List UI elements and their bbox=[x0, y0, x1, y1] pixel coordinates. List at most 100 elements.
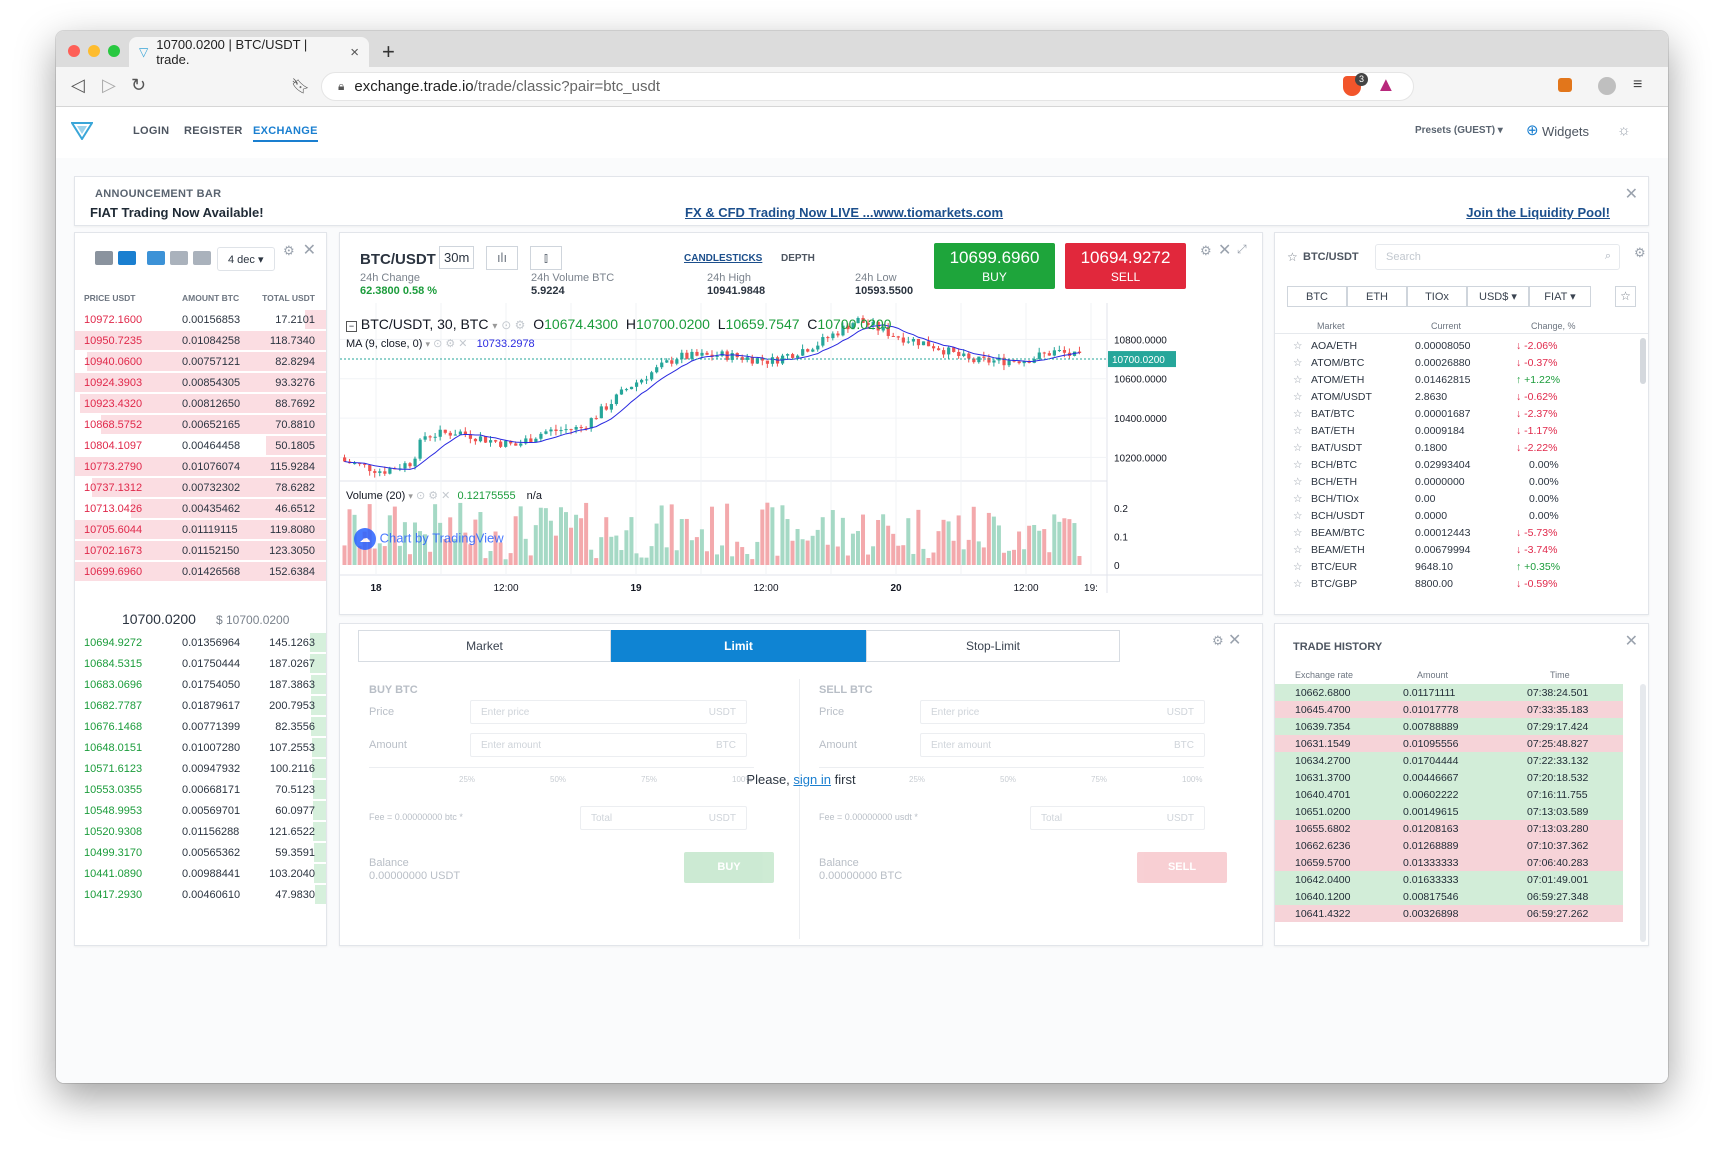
bid-row[interactable]: 10694.9272 0.01356964 145.1263 bbox=[75, 632, 326, 653]
market-row[interactable]: ☆ AOA/ETH 0.00008050 ↓ -2.06% bbox=[1275, 337, 1648, 354]
star-icon[interactable]: ☆ bbox=[1293, 442, 1302, 454]
ask-row[interactable]: 10773.2790 0.01076074 115.9284 bbox=[75, 456, 326, 477]
order-tab-market[interactable]: Market bbox=[358, 630, 611, 662]
quick-sell-button[interactable]: 10694.9272 SELL bbox=[1065, 243, 1186, 289]
browser-tab[interactable]: ▽ 10700.0200 | BTC/USDT | trade. × bbox=[129, 37, 369, 67]
market-row[interactable]: ☆ ATOM/BTC 0.00026880 ↓ -0.37% bbox=[1275, 354, 1648, 371]
ask-row[interactable]: 10737.1312 0.00732302 78.6282 bbox=[75, 477, 326, 498]
buy-percent-slider[interactable] bbox=[369, 767, 754, 768]
star-icon[interactable]: ☆ bbox=[1293, 510, 1302, 522]
interval-selector[interactable]: 30m bbox=[439, 246, 475, 269]
market-row[interactable]: ☆ BCH/USDT 0.0000 0.00% bbox=[1275, 507, 1648, 524]
bid-row[interactable]: 10676.1468 0.00771399 82.3556 bbox=[75, 716, 326, 737]
sell-total-input[interactable]: Total USDT bbox=[1030, 806, 1205, 830]
star-icon[interactable]: ☆ bbox=[1293, 425, 1302, 437]
bid-row[interactable]: 10417.2930 0.00460610 47.9830 bbox=[75, 884, 326, 905]
market-row[interactable]: ☆ BCH/TIOx 0.00 0.00% bbox=[1275, 490, 1648, 507]
star-icon[interactable]: ☆ bbox=[1293, 391, 1302, 403]
maximize-window-button[interactable] bbox=[108, 45, 120, 57]
star-icon[interactable]: ☆ bbox=[1293, 527, 1302, 539]
reload-icon[interactable]: ↻ bbox=[131, 75, 146, 96]
star-icon[interactable]: ☆ bbox=[1293, 374, 1302, 386]
tradeio-logo-icon[interactable] bbox=[71, 122, 93, 140]
bid-row[interactable]: 10648.0151 0.01007280 107.2553 bbox=[75, 737, 326, 758]
star-icon[interactable]: ☆ bbox=[1293, 459, 1302, 471]
sell-amount-input[interactable]: Enter amount BTC bbox=[920, 733, 1205, 757]
buy-total-input[interactable]: Total USDT bbox=[580, 806, 747, 830]
nav-exchange-link[interactable]: EXCHANGE bbox=[253, 125, 318, 142]
favorite-star-icon[interactable]: ☆ bbox=[1287, 250, 1298, 264]
ask-row[interactable]: 10868.5752 0.00652165 70.8810 bbox=[75, 414, 326, 435]
orderbook-view-bids-icon[interactable] bbox=[147, 251, 165, 265]
buy-amount-input[interactable]: Enter amount BTC bbox=[470, 733, 747, 757]
change-header[interactable]: Change, % bbox=[1531, 321, 1576, 331]
announcement-link-liquidity[interactable]: Join the Liquidity Pool! bbox=[1466, 205, 1610, 220]
candle-type-icon[interactable]: ⫾ bbox=[530, 246, 562, 270]
widgets-add-icon[interactable]: ⊕ bbox=[1526, 121, 1539, 139]
nav-login-link[interactable]: LOGIN bbox=[133, 125, 169, 137]
order-tab-limit[interactable]: Limit bbox=[611, 630, 866, 662]
ask-row[interactable]: 10924.3903 0.00854305 93.3276 bbox=[75, 372, 326, 393]
orderbook-view-both-icon[interactable] bbox=[95, 251, 113, 265]
close-icon[interactable]: ✕ bbox=[303, 240, 316, 260]
close-tab-icon[interactable]: × bbox=[350, 44, 359, 61]
ask-row[interactable]: 10950.7235 0.01084258 118.7340 bbox=[75, 330, 326, 351]
market-row[interactable]: ☆ BEAM/ETH 0.00679994 ↓ -3.74% bbox=[1275, 541, 1648, 558]
star-icon[interactable]: ☆ bbox=[1293, 493, 1302, 505]
bid-row[interactable]: 10683.0696 0.01754050 187.3863 bbox=[75, 674, 326, 695]
theme-toggle-icon[interactable]: ☼ bbox=[1617, 122, 1631, 139]
order-tab-stop-limit[interactable]: Stop-Limit bbox=[866, 630, 1120, 662]
settings-gear-icon[interactable]: ⚙ bbox=[1212, 633, 1224, 649]
bid-row[interactable]: 10684.5315 0.01750444 187.0267 bbox=[75, 653, 326, 674]
orderbook-view-list-icon[interactable] bbox=[193, 251, 211, 265]
market-search-input[interactable]: Search ⌕ bbox=[1375, 244, 1620, 270]
star-icon[interactable]: ☆ bbox=[1293, 408, 1302, 420]
bookmark-icon[interactable]: 🔖︎ bbox=[291, 77, 310, 95]
market-row[interactable]: ☆ BCH/BTC 0.02993404 0.00% bbox=[1275, 456, 1648, 473]
sell-price-input[interactable]: Enter price USDT bbox=[920, 700, 1205, 724]
bid-row[interactable]: 10548.9953 0.00569701 60.0977 bbox=[75, 800, 326, 821]
ask-row[interactable]: 10705.6044 0.01119115 119.8080 bbox=[75, 519, 326, 540]
ask-row[interactable]: 10699.6960 0.01426568 152.6384 bbox=[75, 561, 326, 582]
buy-submit-button[interactable]: BUY bbox=[684, 852, 774, 883]
market-tab-eth[interactable]: ETH bbox=[1347, 286, 1407, 307]
star-icon[interactable]: ☆ bbox=[1293, 340, 1302, 352]
nav-register-link[interactable]: REGISTER bbox=[184, 125, 243, 137]
ask-row[interactable]: 10972.1600 0.00156853 17.2101 bbox=[75, 309, 326, 330]
market-row[interactable]: ☆ ATOM/USDT 2.8630 ↓ -0.62% bbox=[1275, 388, 1648, 405]
market-row[interactable]: ☆ BAT/USDT 0.1800 ↓ -2.22% bbox=[1275, 439, 1648, 456]
star-icon[interactable]: ☆ bbox=[1293, 544, 1302, 556]
widgets-button[interactable]: Widgets bbox=[1542, 124, 1589, 139]
orderbook-view-split-icon[interactable] bbox=[118, 251, 136, 265]
quick-buy-button[interactable]: 10699.6960 BUY bbox=[934, 243, 1055, 289]
address-bar[interactable]: 🔒︎ exchange.trade.io/trade/classic?pair=… bbox=[321, 72, 1414, 101]
trade-history-scrollbar[interactable] bbox=[1640, 684, 1646, 942]
favorites-filter-icon[interactable]: ☆ bbox=[1615, 286, 1636, 307]
brave-rewards-icon[interactable]: ▲ bbox=[1376, 74, 1396, 97]
market-header[interactable]: Market bbox=[1317, 321, 1345, 331]
market-tab-fiat[interactable]: FIAT ▾ bbox=[1529, 286, 1591, 307]
close-icon[interactable]: ✕ bbox=[1625, 184, 1638, 204]
close-icon[interactable]: ✕ bbox=[1625, 631, 1638, 651]
ask-row[interactable]: 10804.1097 0.00464458 50.1805 bbox=[75, 435, 326, 456]
star-icon[interactable]: ☆ bbox=[1293, 476, 1302, 488]
signin-link[interactable]: sign in bbox=[793, 772, 831, 787]
market-row[interactable]: ☆ BTC/EUR 9648.10 ↑ +0.35% bbox=[1275, 558, 1648, 575]
indicators-icon[interactable]: ılı bbox=[486, 246, 518, 270]
market-row[interactable]: ☆ BAT/ETH 0.0009184 ↓ -1.17% bbox=[1275, 422, 1648, 439]
market-tab-usd[interactable]: USD$ ▾ bbox=[1467, 286, 1529, 307]
star-icon[interactable]: ☆ bbox=[1293, 357, 1302, 369]
ask-row[interactable]: 10713.0426 0.00435462 46.6512 bbox=[75, 498, 326, 519]
profile-avatar[interactable] bbox=[1598, 77, 1616, 95]
close-icon[interactable]: ✕ bbox=[1228, 630, 1241, 650]
collapse-icon[interactable]: − bbox=[346, 321, 357, 332]
bid-row[interactable]: 10682.7787 0.01879617 200.7953 bbox=[75, 695, 326, 716]
market-row[interactable]: ☆ ATOM/ETH 0.01462815 ↑ +1.22% bbox=[1275, 371, 1648, 388]
close-window-button[interactable] bbox=[68, 45, 80, 57]
tab-depth[interactable]: DEPTH bbox=[781, 253, 815, 264]
bid-row[interactable]: 10441.0890 0.00988441 103.2040 bbox=[75, 863, 326, 884]
forward-icon[interactable]: ▷ bbox=[102, 75, 116, 96]
market-row[interactable]: ☆ BEAM/BTC 0.00012443 ↓ -5.73% bbox=[1275, 524, 1648, 541]
new-tab-button[interactable]: + bbox=[382, 39, 395, 65]
browser-menu-icon[interactable]: ≡ bbox=[1633, 76, 1642, 94]
